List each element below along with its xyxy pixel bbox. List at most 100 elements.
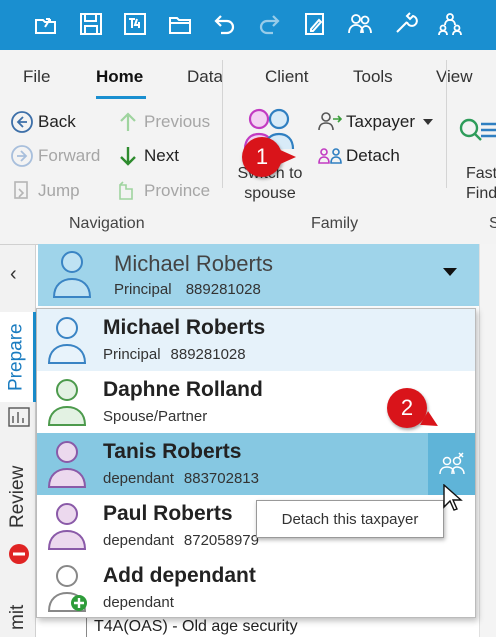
taxpayer-role: Principal bbox=[114, 281, 172, 298]
item-role: Principal bbox=[103, 346, 161, 363]
tab-review[interactable]: Review bbox=[0, 462, 36, 532]
tooltip: Detach this taxpayer bbox=[256, 500, 444, 538]
detach-people-icon bbox=[438, 452, 465, 475]
list-item[interactable]: Tanis Roberts dependant 883702813 bbox=[37, 433, 475, 495]
back-button[interactable]: Back bbox=[10, 110, 76, 134]
jump-button[interactable]: Jump bbox=[10, 179, 80, 203]
list-item[interactable]: Michael Roberts Principal 889281028 bbox=[37, 309, 475, 371]
item-subtitle: dependant 872058979 bbox=[103, 532, 259, 549]
next-button[interactable]: Next bbox=[116, 144, 179, 168]
search-group-label: S bbox=[489, 215, 496, 232]
forward-arrow-icon bbox=[10, 144, 34, 168]
forward-label: Forward bbox=[38, 146, 101, 165]
item-subtitle: Spouse/Partner bbox=[103, 408, 207, 425]
switch-line2: spouse bbox=[244, 185, 296, 202]
tab-view[interactable]: View bbox=[436, 67, 473, 87]
taxpayer-selector[interactable]: Michael Roberts Principal 889281028 bbox=[38, 244, 479, 306]
item-name: Michael Roberts bbox=[103, 316, 266, 339]
taxpayer-dropdown[interactable]: Taxpayer bbox=[318, 110, 433, 134]
item-role: dependant bbox=[103, 532, 174, 549]
ribbon-tabs: File Home Data Client Tools View bbox=[0, 50, 496, 100]
item-role: dependant bbox=[103, 594, 174, 611]
folder-icon[interactable] bbox=[167, 11, 193, 37]
fast-find-line1: Fast bbox=[466, 165, 496, 182]
tab-submit[interactable]: mit bbox=[0, 597, 36, 637]
fast-find-button[interactable]: Fast Find bbox=[466, 164, 496, 204]
tab-client[interactable]: Client bbox=[265, 67, 308, 87]
item-name: Daphne Rolland bbox=[103, 378, 263, 401]
family-icon[interactable] bbox=[347, 11, 373, 37]
detach-people-icon bbox=[318, 144, 342, 168]
family-group-label: Family bbox=[311, 215, 359, 232]
item-subtitle: Principal 889281028 bbox=[103, 346, 246, 363]
item-subtitle: dependant bbox=[103, 594, 174, 611]
fast-find-icon[interactable] bbox=[457, 116, 496, 148]
item-role: Spouse/Partner bbox=[103, 408, 208, 425]
previous-label: Previous bbox=[144, 112, 211, 131]
province-label: Province bbox=[144, 181, 211, 200]
t4-slip-icon[interactable] bbox=[122, 11, 148, 37]
avatar bbox=[47, 377, 87, 427]
avatar bbox=[47, 439, 87, 489]
collapse-panel-icon[interactable]: ‹ bbox=[10, 263, 17, 286]
callout-badge-2: 2 bbox=[387, 388, 427, 428]
error-indicator-icon bbox=[8, 543, 30, 565]
fast-find-line2: Find bbox=[466, 185, 496, 202]
family-tree-icon[interactable] bbox=[437, 11, 463, 37]
avatar bbox=[47, 501, 87, 551]
chevron-down-icon[interactable] bbox=[443, 268, 457, 276]
back-label: Back bbox=[38, 112, 76, 131]
left-side-panel: ‹ bbox=[0, 245, 36, 637]
province-button[interactable]: Province bbox=[116, 179, 210, 203]
tab-home[interactable]: Home bbox=[96, 67, 143, 87]
item-ssn: 889281028 bbox=[170, 346, 246, 363]
item-role: dependant bbox=[103, 470, 174, 487]
taxpayer-swap-icon bbox=[318, 110, 343, 134]
group-separator bbox=[446, 60, 447, 188]
group-separator bbox=[222, 60, 223, 188]
mouse-cursor-icon bbox=[443, 483, 463, 512]
province-icon bbox=[116, 179, 140, 203]
tools-icon[interactable] bbox=[392, 11, 418, 37]
save-icon[interactable] bbox=[78, 11, 104, 37]
open-folder-arrow-icon[interactable] bbox=[33, 11, 59, 37]
taxpayer-label: Taxpayer bbox=[346, 112, 415, 131]
tab-data[interactable]: Data bbox=[187, 67, 223, 87]
item-name: Tanis Roberts bbox=[103, 440, 242, 463]
quick-access-toolbar bbox=[0, 0, 496, 50]
item-name: Paul Roberts bbox=[103, 502, 233, 525]
previous-button[interactable]: Previous bbox=[116, 110, 210, 134]
taxpayer-dropdown-list: Michael Roberts Principal 889281028 Daphn… bbox=[36, 308, 476, 618]
next-label: Next bbox=[144, 146, 179, 165]
item-ssn: 872058979 bbox=[183, 532, 259, 549]
detach-label: Detach bbox=[346, 146, 400, 165]
avatar bbox=[47, 315, 87, 365]
tab-prepare[interactable]: Prepare bbox=[0, 312, 36, 402]
tab-tools[interactable]: Tools bbox=[353, 67, 393, 87]
up-arrow-icon bbox=[116, 110, 140, 134]
detach-button[interactable]: Detach bbox=[318, 144, 400, 168]
add-person-icon bbox=[47, 563, 87, 613]
tree-connector bbox=[86, 618, 87, 637]
add-dependant-item[interactable]: Add dependant dependant bbox=[37, 557, 475, 619]
item-subtitle: dependant 883702813 bbox=[103, 470, 259, 487]
undo-icon[interactable] bbox=[212, 11, 238, 37]
vertical-scrollbar[interactable] bbox=[479, 244, 496, 637]
edit-form-icon[interactable] bbox=[302, 11, 328, 37]
forward-button[interactable]: Forward bbox=[10, 144, 100, 168]
item-ssn: 883702813 bbox=[183, 470, 259, 487]
tab-file[interactable]: File bbox=[23, 67, 50, 87]
chevron-down-icon bbox=[422, 119, 433, 125]
navigation-group-label: Navigation bbox=[69, 215, 145, 232]
back-arrow-icon bbox=[10, 110, 34, 134]
jump-label: Jump bbox=[38, 181, 80, 200]
down-arrow-icon bbox=[116, 144, 140, 168]
taxpayer-subtitle: Principal 889281028 bbox=[114, 281, 261, 298]
form-row-t4a-oas[interactable]: T4A(OAS) - Old age security bbox=[94, 618, 298, 636]
jump-icon bbox=[10, 179, 34, 203]
taxpayer-ssn: 889281028 bbox=[185, 281, 261, 298]
redo-icon[interactable] bbox=[256, 11, 282, 37]
callout-badge-1: 1 bbox=[242, 137, 296, 177]
prepare-chart-icon bbox=[8, 407, 30, 427]
taxpayer-name: Michael Roberts bbox=[114, 251, 273, 276]
